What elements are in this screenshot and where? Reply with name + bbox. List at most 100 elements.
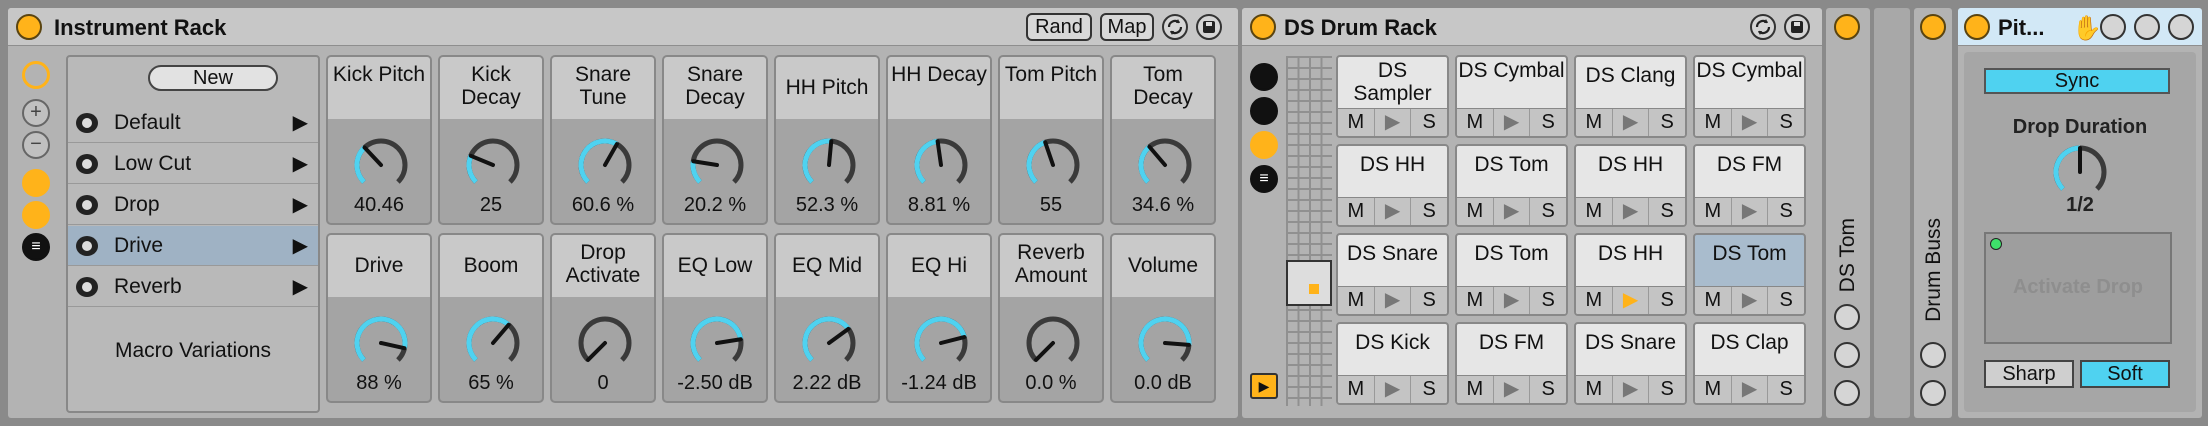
- device-power-button[interactable]: [1250, 14, 1276, 40]
- pad-solo-button[interactable]: S: [1530, 109, 1566, 136]
- macro-knob[interactable]: EQ Low -2.50 dB: [662, 233, 768, 403]
- launch-variation-icon[interactable]: ▶: [293, 267, 308, 307]
- macro-dial[interactable]: [1021, 311, 1085, 375]
- pad-mute-button[interactable]: M: [1338, 109, 1375, 136]
- pad-mute-button[interactable]: M: [1695, 376, 1732, 403]
- snapshot-camera-icon[interactable]: [76, 113, 98, 133]
- drum-pad[interactable]: DS Clang M ▶ S: [1574, 55, 1687, 138]
- hot-swap-icon[interactable]: [1750, 14, 1776, 40]
- macro-dial[interactable]: [909, 133, 973, 197]
- pad-solo-button[interactable]: S: [1411, 287, 1447, 314]
- drum-pad[interactable]: DS Tom M ▶ S: [1455, 144, 1568, 227]
- pad-play-button[interactable]: ▶: [1613, 376, 1650, 403]
- macro-dial[interactable]: [573, 133, 637, 197]
- drum-pad[interactable]: DS Cymbal M ▶ S: [1693, 55, 1806, 138]
- pad-mute-button[interactable]: M: [1576, 287, 1613, 314]
- macro-dial[interactable]: [461, 133, 525, 197]
- pad-mute-button[interactable]: M: [1338, 198, 1375, 225]
- drum-pad[interactable]: DS Tom M ▶ S: [1455, 233, 1568, 316]
- variation-item[interactable]: Drive ▶: [68, 226, 318, 266]
- hot-swap-icon[interactable]: [1834, 304, 1860, 330]
- macro-dial[interactable]: [685, 133, 749, 197]
- pad-play-button[interactable]: ▶: [1732, 109, 1769, 136]
- macro-knob[interactable]: Tom Pitch 55: [998, 55, 1104, 225]
- macro-knob[interactable]: Drop Activate 0: [550, 233, 656, 403]
- pad-play-button[interactable]: ▶: [1613, 109, 1650, 136]
- pad-solo-button[interactable]: S: [1649, 198, 1685, 225]
- macro-dial[interactable]: [1133, 133, 1197, 197]
- auto-select-icon[interactable]: ▶: [1250, 373, 1278, 399]
- variation-item[interactable]: Low Cut ▶: [68, 144, 318, 184]
- pad-play-button[interactable]: ▶: [1494, 287, 1531, 314]
- pad-play-button[interactable]: ▶: [1732, 287, 1769, 314]
- hand-icon[interactable]: ✋: [2072, 14, 2102, 43]
- pad-solo-button[interactable]: S: [1649, 109, 1685, 136]
- drum-pad[interactable]: DS Tom M ▶ S: [1693, 233, 1806, 316]
- map-button[interactable]: Map: [1100, 13, 1154, 41]
- macro-dial[interactable]: [461, 311, 525, 375]
- reload-icon[interactable]: [2134, 14, 2160, 40]
- macro-knob[interactable]: Volume 0.0 dB: [1110, 233, 1216, 403]
- pad-overview-grid[interactable]: [1286, 56, 1332, 406]
- pad-play-button[interactable]: ▶: [1613, 287, 1650, 314]
- drum-pad[interactable]: DS Clap M ▶ S: [1693, 322, 1806, 405]
- pad-play-button[interactable]: ▶: [1494, 376, 1531, 403]
- pad-solo-button[interactable]: S: [1768, 109, 1804, 136]
- pad-mute-button[interactable]: M: [1338, 376, 1375, 403]
- pad-solo-button[interactable]: S: [1411, 109, 1447, 136]
- drum-pad[interactable]: DS HH M ▶ S: [1574, 144, 1687, 227]
- pad-mute-button[interactable]: M: [1457, 198, 1494, 225]
- snapshot-camera-icon[interactable]: [76, 277, 98, 297]
- save-preset-icon[interactable]: [2168, 14, 2194, 40]
- pad-mute-button[interactable]: M: [1576, 198, 1613, 225]
- macro-knob[interactable]: Snare Tune 60.6 %: [550, 55, 656, 225]
- macro-dial[interactable]: [1021, 133, 1085, 197]
- pad-play-button[interactable]: ▶: [1494, 109, 1531, 136]
- snapshot-camera-icon[interactable]: [76, 154, 98, 174]
- drum-pad[interactable]: DS Sampler M ▶ S: [1336, 55, 1449, 138]
- add-macro-icon[interactable]: +: [22, 99, 50, 127]
- pad-solo-button[interactable]: S: [1530, 198, 1566, 225]
- variation-item[interactable]: Reverb ▶: [68, 267, 318, 307]
- reload-icon[interactable]: [1920, 342, 1946, 368]
- randomize-toggle-icon[interactable]: [22, 201, 50, 229]
- pad-mute-button[interactable]: M: [1338, 287, 1375, 314]
- pitch-drop-titlebar[interactable]: Pit... ✋: [1958, 8, 2202, 46]
- save-preset-icon[interactable]: [1784, 14, 1810, 40]
- drum-pad[interactable]: DS FM M ▶ S: [1455, 322, 1568, 405]
- variation-item[interactable]: Drop ▶: [68, 185, 318, 225]
- new-variation-button[interactable]: New: [148, 65, 278, 91]
- macro-dial[interactable]: [349, 311, 413, 375]
- macro-knob[interactable]: EQ Mid 2.22 dB: [774, 233, 880, 403]
- pad-solo-button[interactable]: S: [1768, 376, 1804, 403]
- macro-dial[interactable]: [797, 133, 861, 197]
- macro-dial[interactable]: [349, 133, 413, 197]
- macro-dial[interactable]: [1133, 311, 1197, 375]
- snapshot-camera-icon[interactable]: [76, 236, 98, 256]
- pad-play-button[interactable]: ▶: [1375, 287, 1412, 314]
- macro-knob[interactable]: HH Pitch 52.3 %: [774, 55, 880, 225]
- io-toggle-icon[interactable]: [1250, 97, 1278, 125]
- launch-variation-icon[interactable]: ▶: [293, 185, 308, 225]
- pad-mute-button[interactable]: M: [1457, 376, 1494, 403]
- macro-knob[interactable]: EQ Hi -1.24 dB: [886, 233, 992, 403]
- sharp-button[interactable]: Sharp: [1984, 360, 2074, 388]
- pad-solo-button[interactable]: S: [1649, 287, 1685, 314]
- pad-play-button[interactable]: ▶: [1613, 198, 1650, 225]
- pad-mute-button[interactable]: M: [1576, 109, 1613, 136]
- pad-play-button[interactable]: ▶: [1375, 198, 1412, 225]
- variations-toggle-icon[interactable]: [22, 169, 50, 197]
- macro-knob[interactable]: Snare Decay 20.2 %: [662, 55, 768, 225]
- pad-solo-button[interactable]: S: [1530, 376, 1566, 403]
- drum-pad[interactable]: DS Cymbal M ▶ S: [1455, 55, 1568, 138]
- pad-mute-button[interactable]: M: [1695, 287, 1732, 314]
- device-power-button[interactable]: [1920, 14, 1946, 40]
- sends-toggle-icon[interactable]: [1250, 131, 1278, 159]
- pad-mute-button[interactable]: M: [1695, 109, 1732, 136]
- save-preset-icon[interactable]: [1834, 380, 1860, 406]
- instrument-rack-titlebar[interactable]: Instrument Rack Rand Map: [8, 8, 1238, 46]
- macro-knob[interactable]: Tom Decay 34.6 %: [1110, 55, 1216, 225]
- chain-list-icon[interactable]: ≡: [22, 233, 50, 261]
- pad-solo-button[interactable]: S: [1768, 287, 1804, 314]
- macro-knob[interactable]: HH Decay 8.81 %: [886, 55, 992, 225]
